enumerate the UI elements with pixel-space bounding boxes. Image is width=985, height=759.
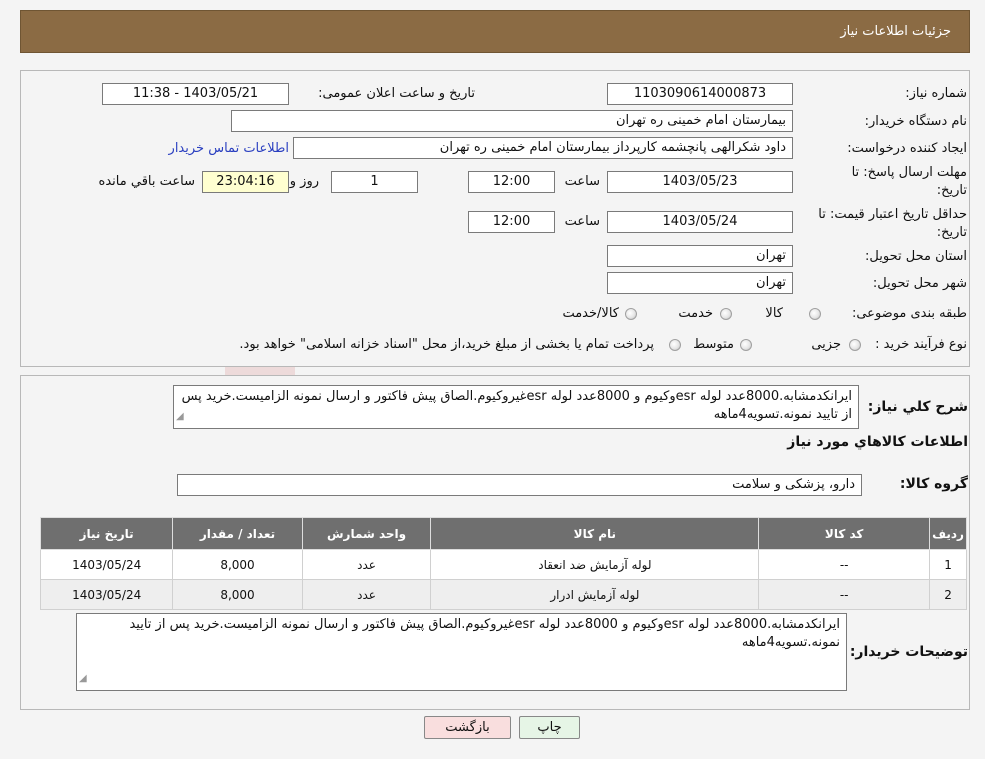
reply-deadline-label: مهلت ارسال پاسخ: تا (851, 165, 967, 180)
col-row: ردیف (929, 517, 967, 550)
validity-label: حداقل تاریخ اعتبار قیمت: تا (818, 207, 967, 222)
purchase-radio-medium[interactable] (740, 339, 752, 351)
table-row: 2 -- لوله آزمایش ادرار عدد 8,000 1403/05… (39, 579, 967, 610)
creator-label: ایجاد کننده درخواست: (847, 141, 967, 156)
cell-quantity: 8,000 (172, 579, 303, 610)
page-header: جزئیات اطلاعات نیاز (20, 10, 970, 53)
col-quantity: تعداد / مقدار (172, 517, 303, 550)
cell-row: 1 (929, 549, 967, 580)
purchase-option-minor: جزیی (811, 337, 841, 352)
cell-date: 1403/05/24 (39, 549, 174, 580)
group-field: دارو، پزشکی و سلامت (177, 474, 862, 496)
province-label: استان محل تحویل: (865, 249, 967, 264)
reply-time-field: 12:00 (468, 171, 555, 193)
validity-time-label: ساعت (564, 214, 600, 229)
need-number-label: شماره نیاز: (905, 86, 967, 101)
back-button[interactable]: بازگشت (424, 716, 511, 739)
col-name: نام کالا (430, 517, 760, 550)
cell-unit: عدد (301, 579, 432, 610)
cell-unit: عدد (301, 549, 432, 580)
need-number-field: 1103090614000873 (607, 83, 793, 105)
city-label: شهر محل تحویل: (872, 276, 967, 291)
cell-date: 1403/05/24 (39, 579, 174, 610)
goods-info-title: اطلاعات كالاهاي مورد نياز (787, 434, 968, 450)
cell-row: 2 (929, 579, 967, 610)
cell-code: -- (758, 579, 931, 610)
city-field: تهران (607, 272, 793, 294)
items-table: ردیف کد کالا نام کالا واحد شمارش تعداد /… (39, 517, 967, 610)
summary-textarea[interactable]: ایرانکدمشابه.8000عدد لوله esrوکیوم و 800… (173, 385, 859, 429)
province-field: تهران (607, 245, 793, 267)
purchase-note: پرداخت تمام یا بخشی از مبلغ خرید،از محل … (239, 337, 654, 352)
purchase-radio-treasury[interactable] (669, 339, 681, 351)
col-code: کد کالا (758, 517, 931, 550)
col-date: تاریخ نیاز (39, 517, 174, 550)
category-label: طبقه بندی موضوعی: (851, 306, 967, 321)
buyer-org-label: نام دستگاه خریدار: (864, 114, 967, 129)
cell-code: -- (758, 549, 931, 580)
col-unit: واحد شمارش (301, 517, 432, 550)
category-radio-goods[interactable] (809, 308, 821, 320)
reply-deadline-label-date: تاریخ: (936, 183, 967, 198)
validity-time-field: 12:00 (468, 211, 555, 233)
category-radio-service[interactable] (720, 308, 732, 320)
announce-field: 1403/05/21 - 11:38 (102, 83, 289, 105)
cell-name: لوله آزمایش ادرار (430, 579, 760, 610)
purchase-radio-minor[interactable] (849, 339, 861, 351)
buyer-notes-textarea[interactable]: ایرانکدمشابه.8000عدد لوله esrوکیوم و 800… (76, 613, 847, 691)
table-header-row: ردیف کد کالا نام کالا واحد شمارش تعداد /… (39, 517, 967, 550)
category-option-goods: کالا (765, 306, 783, 321)
purchase-option-medium: متوسط (693, 337, 734, 352)
purchase-type-label: نوع فرآیند خرید : (875, 337, 967, 352)
category-option-service: خدمت (678, 306, 713, 321)
table-row: 1 -- لوله آزمایش ضد انعقاد عدد 8,000 140… (39, 549, 967, 580)
cell-quantity: 8,000 (172, 549, 303, 580)
resize-handle-icon[interactable]: ◢ (79, 670, 87, 688)
summary-label: شرح کلي نياز: (867, 399, 968, 415)
remaining-label: ساعت باقي مانده (98, 174, 195, 189)
buyer-notes-label: توضیحات خریدار: (849, 644, 968, 660)
summary-text: ایرانکدمشابه.8000عدد لوله esrوکیوم و 800… (181, 389, 852, 422)
buyer-contact-link[interactable]: اطلاعات تماس خریدار (169, 141, 289, 156)
print-button[interactable]: چاپ (519, 716, 580, 739)
reply-date-field: 1403/05/23 (607, 171, 793, 193)
days-field: 1 (331, 171, 418, 193)
buyer-notes-text: ایرانکدمشابه.8000عدد لوله esrوکیوم و 800… (129, 617, 840, 650)
validity-date-field: 1403/05/24 (607, 211, 793, 233)
page-title: جزئیات اطلاعات نیاز (840, 24, 951, 39)
category-radio-goods-service[interactable] (625, 308, 637, 320)
category-option-goods-service: کالا/خدمت (562, 306, 619, 321)
creator-field: داود شکرالهی پانچشمه کارپرداز بیمارستان … (293, 137, 793, 159)
buyer-org-field: بیمارستان امام خمینی ره تهران (231, 110, 793, 132)
validity-label-date: تاریخ: (936, 225, 967, 240)
days-label: روز و (289, 174, 319, 189)
reply-time-label: ساعت (564, 174, 600, 189)
cell-name: لوله آزمایش ضد انعقاد (430, 549, 760, 580)
group-label: گروه کالا: (899, 476, 968, 492)
resize-handle-icon[interactable]: ◢ (176, 408, 184, 426)
announce-label: تاریخ و ساعت اعلان عمومی: (318, 86, 475, 101)
remaining-time-field: 23:04:16 (202, 171, 289, 193)
